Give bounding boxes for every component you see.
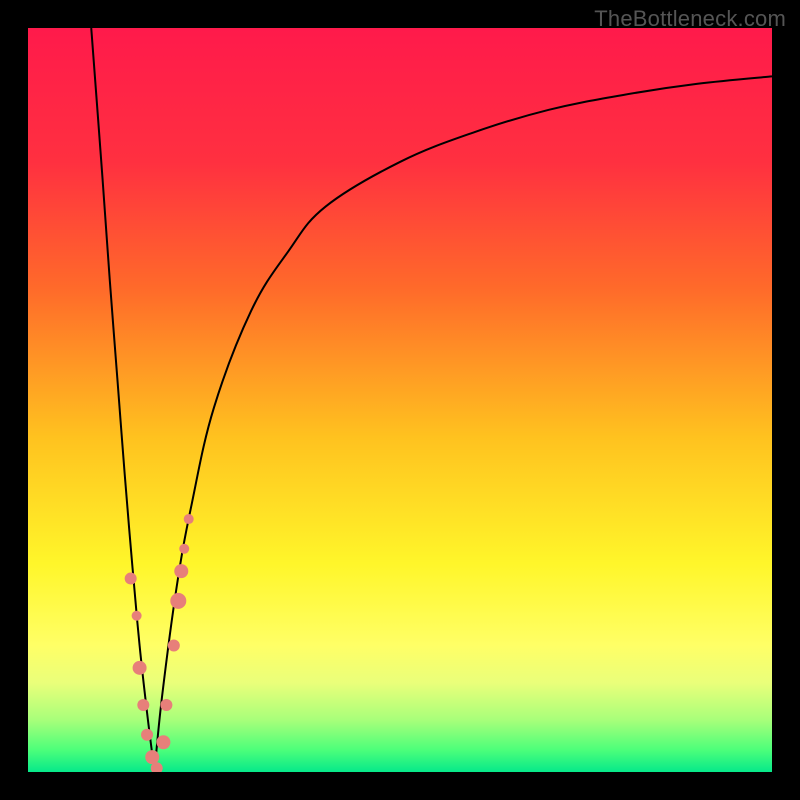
- data-marker: [170, 593, 186, 609]
- data-marker: [125, 573, 137, 585]
- data-marker: [160, 699, 172, 711]
- data-marker: [184, 514, 194, 524]
- data-marker: [168, 640, 180, 652]
- plot-svg: [28, 28, 772, 772]
- data-marker: [141, 729, 153, 741]
- data-marker: [156, 735, 170, 749]
- data-marker: [179, 544, 189, 554]
- watermark-text: TheBottleneck.com: [594, 6, 786, 32]
- data-marker: [133, 661, 147, 675]
- chart-container: TheBottleneck.com: [0, 0, 800, 800]
- gradient-background: [28, 28, 772, 772]
- data-marker: [174, 564, 188, 578]
- data-marker: [132, 611, 142, 621]
- data-marker: [145, 750, 159, 764]
- data-marker: [137, 699, 149, 711]
- plot-frame: [28, 28, 772, 772]
